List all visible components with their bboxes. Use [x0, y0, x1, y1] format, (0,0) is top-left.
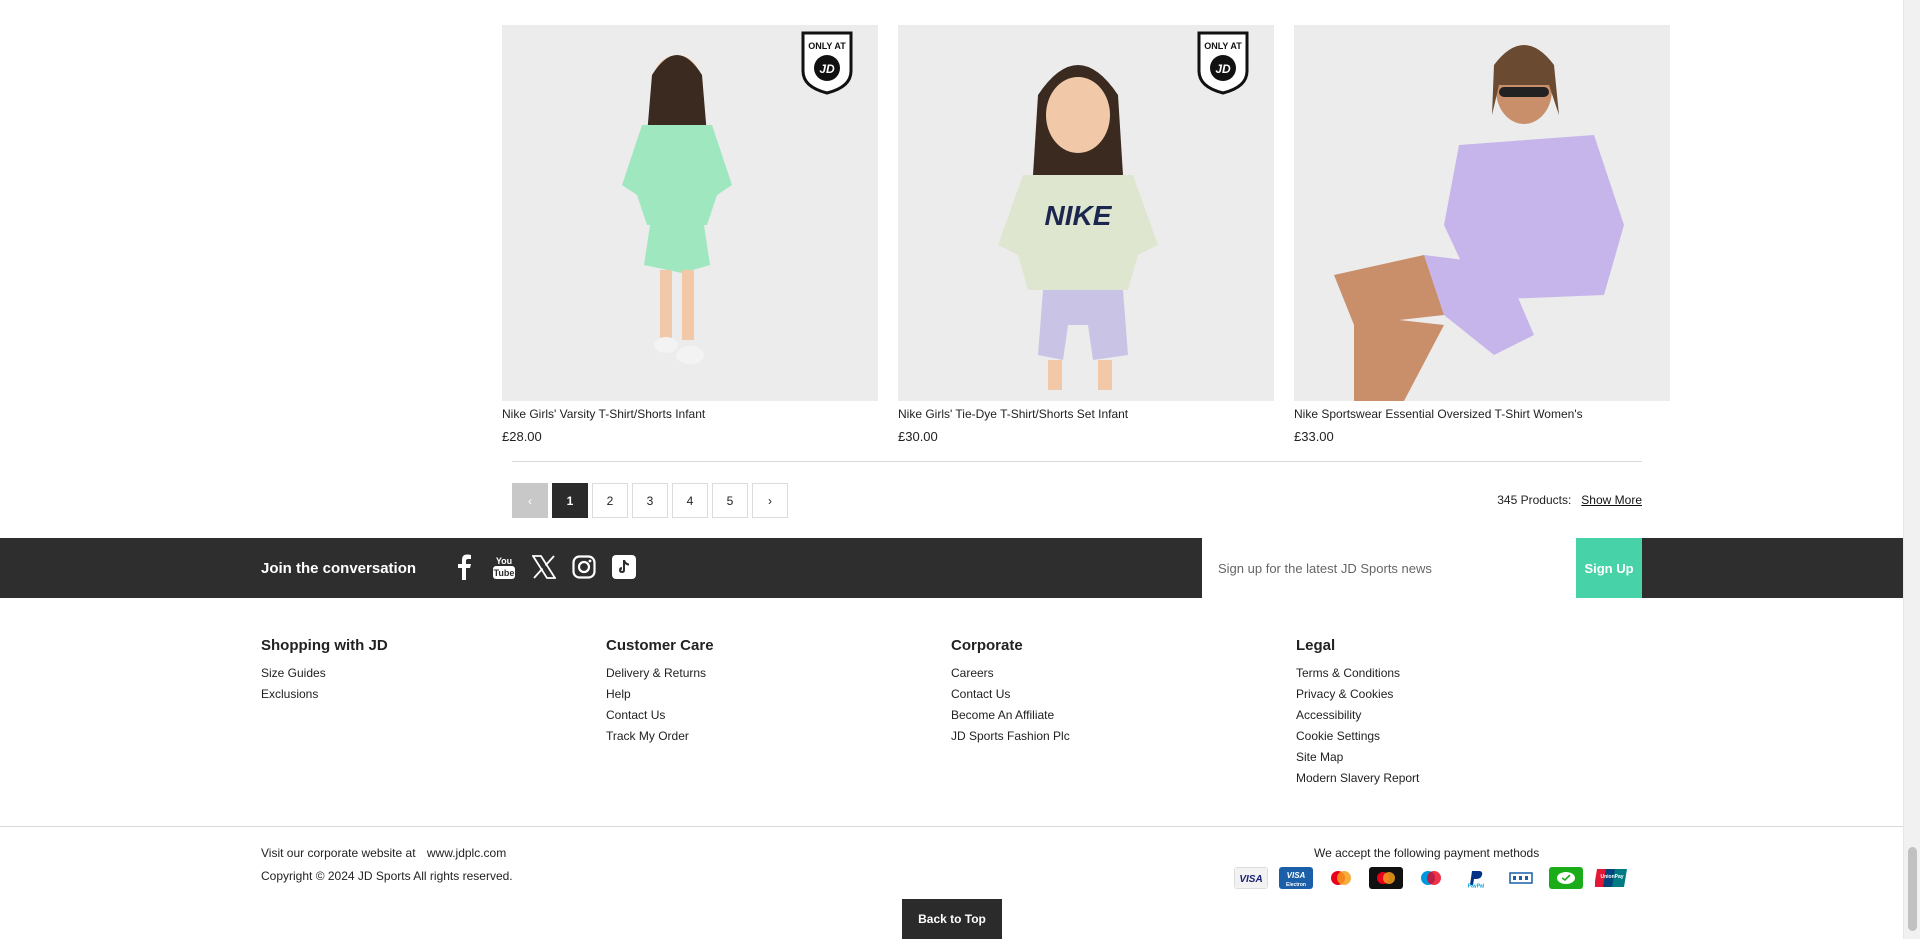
svg-text:PayPal: PayPal [1468, 884, 1485, 889]
page-button-2[interactable]: 2 [592, 483, 628, 518]
pagination: ‹ 1 2 3 4 5 › [512, 483, 788, 518]
results-summary: 345 Products: Show More [1497, 493, 1642, 507]
footer-link-delivery-returns[interactable]: Delivery & Returns [606, 663, 951, 684]
facebook-icon[interactable] [452, 554, 476, 580]
footer-link-accessibility[interactable]: Accessibility [1296, 705, 1641, 726]
show-more-link[interactable]: Show More [1581, 493, 1642, 507]
footer-column-title: Corporate [951, 637, 1023, 654]
footer-column-title: Customer Care [606, 637, 714, 654]
page-button-5[interactable]: 5 [712, 483, 748, 518]
footer-column-shopping: Shopping with JD Size Guides Exclusions [261, 637, 606, 789]
svg-text:JD: JD [1215, 62, 1231, 76]
wechat-pay-icon [1549, 867, 1583, 889]
corporate-website-link[interactable]: www.jdplc.com [427, 846, 506, 860]
copyright-text: Copyright © 2024 JD Sports All rights re… [261, 869, 513, 883]
payment-icons: VISA VISA Electron PayPal UnionPay [1234, 867, 1628, 889]
footer-column-title: Shopping with JD [261, 637, 388, 654]
footer-link-exclusions[interactable]: Exclusions [261, 684, 606, 705]
product-name[interactable]: Nike Girls' Tie-Dye T-Shirt/Shorts Set I… [898, 406, 1274, 422]
product-price: £33.00 [1294, 429, 1334, 444]
svg-text:NIKE: NIKE [1045, 200, 1113, 231]
x-icon[interactable] [532, 554, 556, 580]
footer-link-careers[interactable]: Careers [951, 663, 1296, 684]
product-price: £28.00 [502, 429, 542, 444]
youtube-icon[interactable]: You Tube [492, 554, 516, 580]
product-grid: ONLY AT JD Nike Girls' Varsity T-Shirt/S… [502, 25, 1670, 445]
footer-link-modern-slavery[interactable]: Modern Slavery Report [1296, 768, 1641, 789]
next-page-button[interactable]: › [752, 483, 788, 518]
join-conversation-label: Join the conversation [261, 560, 417, 577]
bank-icon [1504, 867, 1538, 889]
social-bar: Join the conversation You Tube Sign up fo… [0, 538, 1903, 598]
only-at-jd-badge-icon: ONLY AT JD [1197, 31, 1249, 95]
svg-text:ONLY AT: ONLY AT [1204, 41, 1242, 51]
footer-link-contact-us[interactable]: Contact Us [606, 705, 951, 726]
footer-link-jd-sports-fashion[interactable]: JD Sports Fashion Plc [951, 726, 1296, 747]
product-name[interactable]: Nike Sportswear Essential Oversized T-Sh… [1294, 406, 1670, 422]
footer-link-site-map[interactable]: Site Map [1296, 747, 1641, 768]
product-card[interactable]: ONLY AT JD Nike Girls' Varsity T-Shirt/S… [502, 25, 878, 445]
prev-page-button[interactable]: ‹ [512, 483, 548, 518]
page-scrollbar[interactable] [1903, 0, 1920, 939]
footer-links: Shopping with JD Size Guides Exclusions … [261, 637, 1641, 789]
only-at-jd-badge-icon: ONLY AT JD [801, 31, 853, 95]
product-image[interactable]: NIKE ONLY AT JD [898, 25, 1274, 401]
product-image[interactable] [1294, 25, 1670, 401]
product-photo-illustration [1294, 25, 1670, 401]
scrollbar-thumb[interactable] [1908, 847, 1917, 931]
page-button-4[interactable]: 4 [672, 483, 708, 518]
newsletter-email-input[interactable]: Sign up for the latest JD Sports news [1202, 538, 1576, 598]
visa-icon: VISA [1234, 867, 1268, 889]
footer-link-affiliate[interactable]: Become An Affiliate [951, 705, 1296, 726]
product-card[interactable]: NIKE ONLY AT JD Nike Girls' Tie-Dye T-Sh… [898, 25, 1274, 445]
footer-divider [0, 826, 1903, 827]
payment-methods-label: We accept the following payment methods [1314, 846, 1540, 860]
visa-electron-icon: VISA Electron [1279, 867, 1313, 889]
mastercard-black-icon [1369, 867, 1403, 889]
svg-text:ONLY AT: ONLY AT [808, 41, 846, 51]
footer-link-track-order[interactable]: Track My Order [606, 726, 951, 747]
footer-column-corporate: Corporate Careers Contact Us Become An A… [951, 637, 1296, 789]
product-image[interactable]: ONLY AT JD [502, 25, 878, 401]
page-button-1[interactable]: 1 [552, 483, 588, 518]
footer-column-title: Legal [1296, 637, 1336, 654]
footer-link-cookie-settings[interactable]: Cookie Settings [1296, 726, 1641, 747]
unionpay-icon: UnionPay [1594, 867, 1628, 889]
svg-text:VISA: VISA [1287, 871, 1306, 880]
back-to-top-button[interactable]: Back to Top [902, 899, 1002, 939]
svg-text:UnionPay: UnionPay [1600, 874, 1623, 880]
footer-link-contact-us-corporate[interactable]: Contact Us [951, 684, 1296, 705]
svg-text:You: You [496, 556, 512, 566]
tiktok-icon[interactable] [612, 554, 636, 580]
footer-column-legal: Legal Terms & Conditions Privacy & Cooki… [1296, 637, 1641, 789]
corporate-website-text: Visit our corporate website at www.jdplc… [261, 846, 506, 860]
page-button-3[interactable]: 3 [632, 483, 668, 518]
product-price: £30.00 [898, 429, 938, 444]
pagination-divider [512, 461, 1642, 462]
footer-link-help[interactable]: Help [606, 684, 951, 705]
paypal-icon: PayPal [1459, 867, 1493, 889]
instagram-icon[interactable] [572, 554, 596, 580]
corporate-text: Visit our corporate website at [261, 846, 416, 860]
product-card[interactable]: Nike Sportswear Essential Oversized T-Sh… [1294, 25, 1670, 445]
svg-text:JD: JD [819, 62, 835, 76]
product-name[interactable]: Nike Girls' Varsity T-Shirt/Shorts Infan… [502, 406, 878, 422]
product-count: 345 Products: [1497, 493, 1572, 507]
newsletter-form: Sign up for the latest JD Sports news Si… [1202, 538, 1642, 598]
footer-link-privacy[interactable]: Privacy & Cookies [1296, 684, 1641, 705]
footer-link-size-guides[interactable]: Size Guides [261, 663, 606, 684]
mastercard-icon [1324, 867, 1358, 889]
social-icons: You Tube [452, 554, 636, 580]
footer-column-customer-care: Customer Care Delivery & Returns Help Co… [606, 637, 951, 789]
svg-text:Electron: Electron [1286, 882, 1306, 888]
svg-text:Tube: Tube [494, 568, 515, 578]
sign-up-button[interactable]: Sign Up [1576, 538, 1642, 598]
maestro-icon [1414, 867, 1448, 889]
svg-text:VISA: VISA [1239, 874, 1262, 885]
footer-link-terms[interactable]: Terms & Conditions [1296, 663, 1641, 684]
